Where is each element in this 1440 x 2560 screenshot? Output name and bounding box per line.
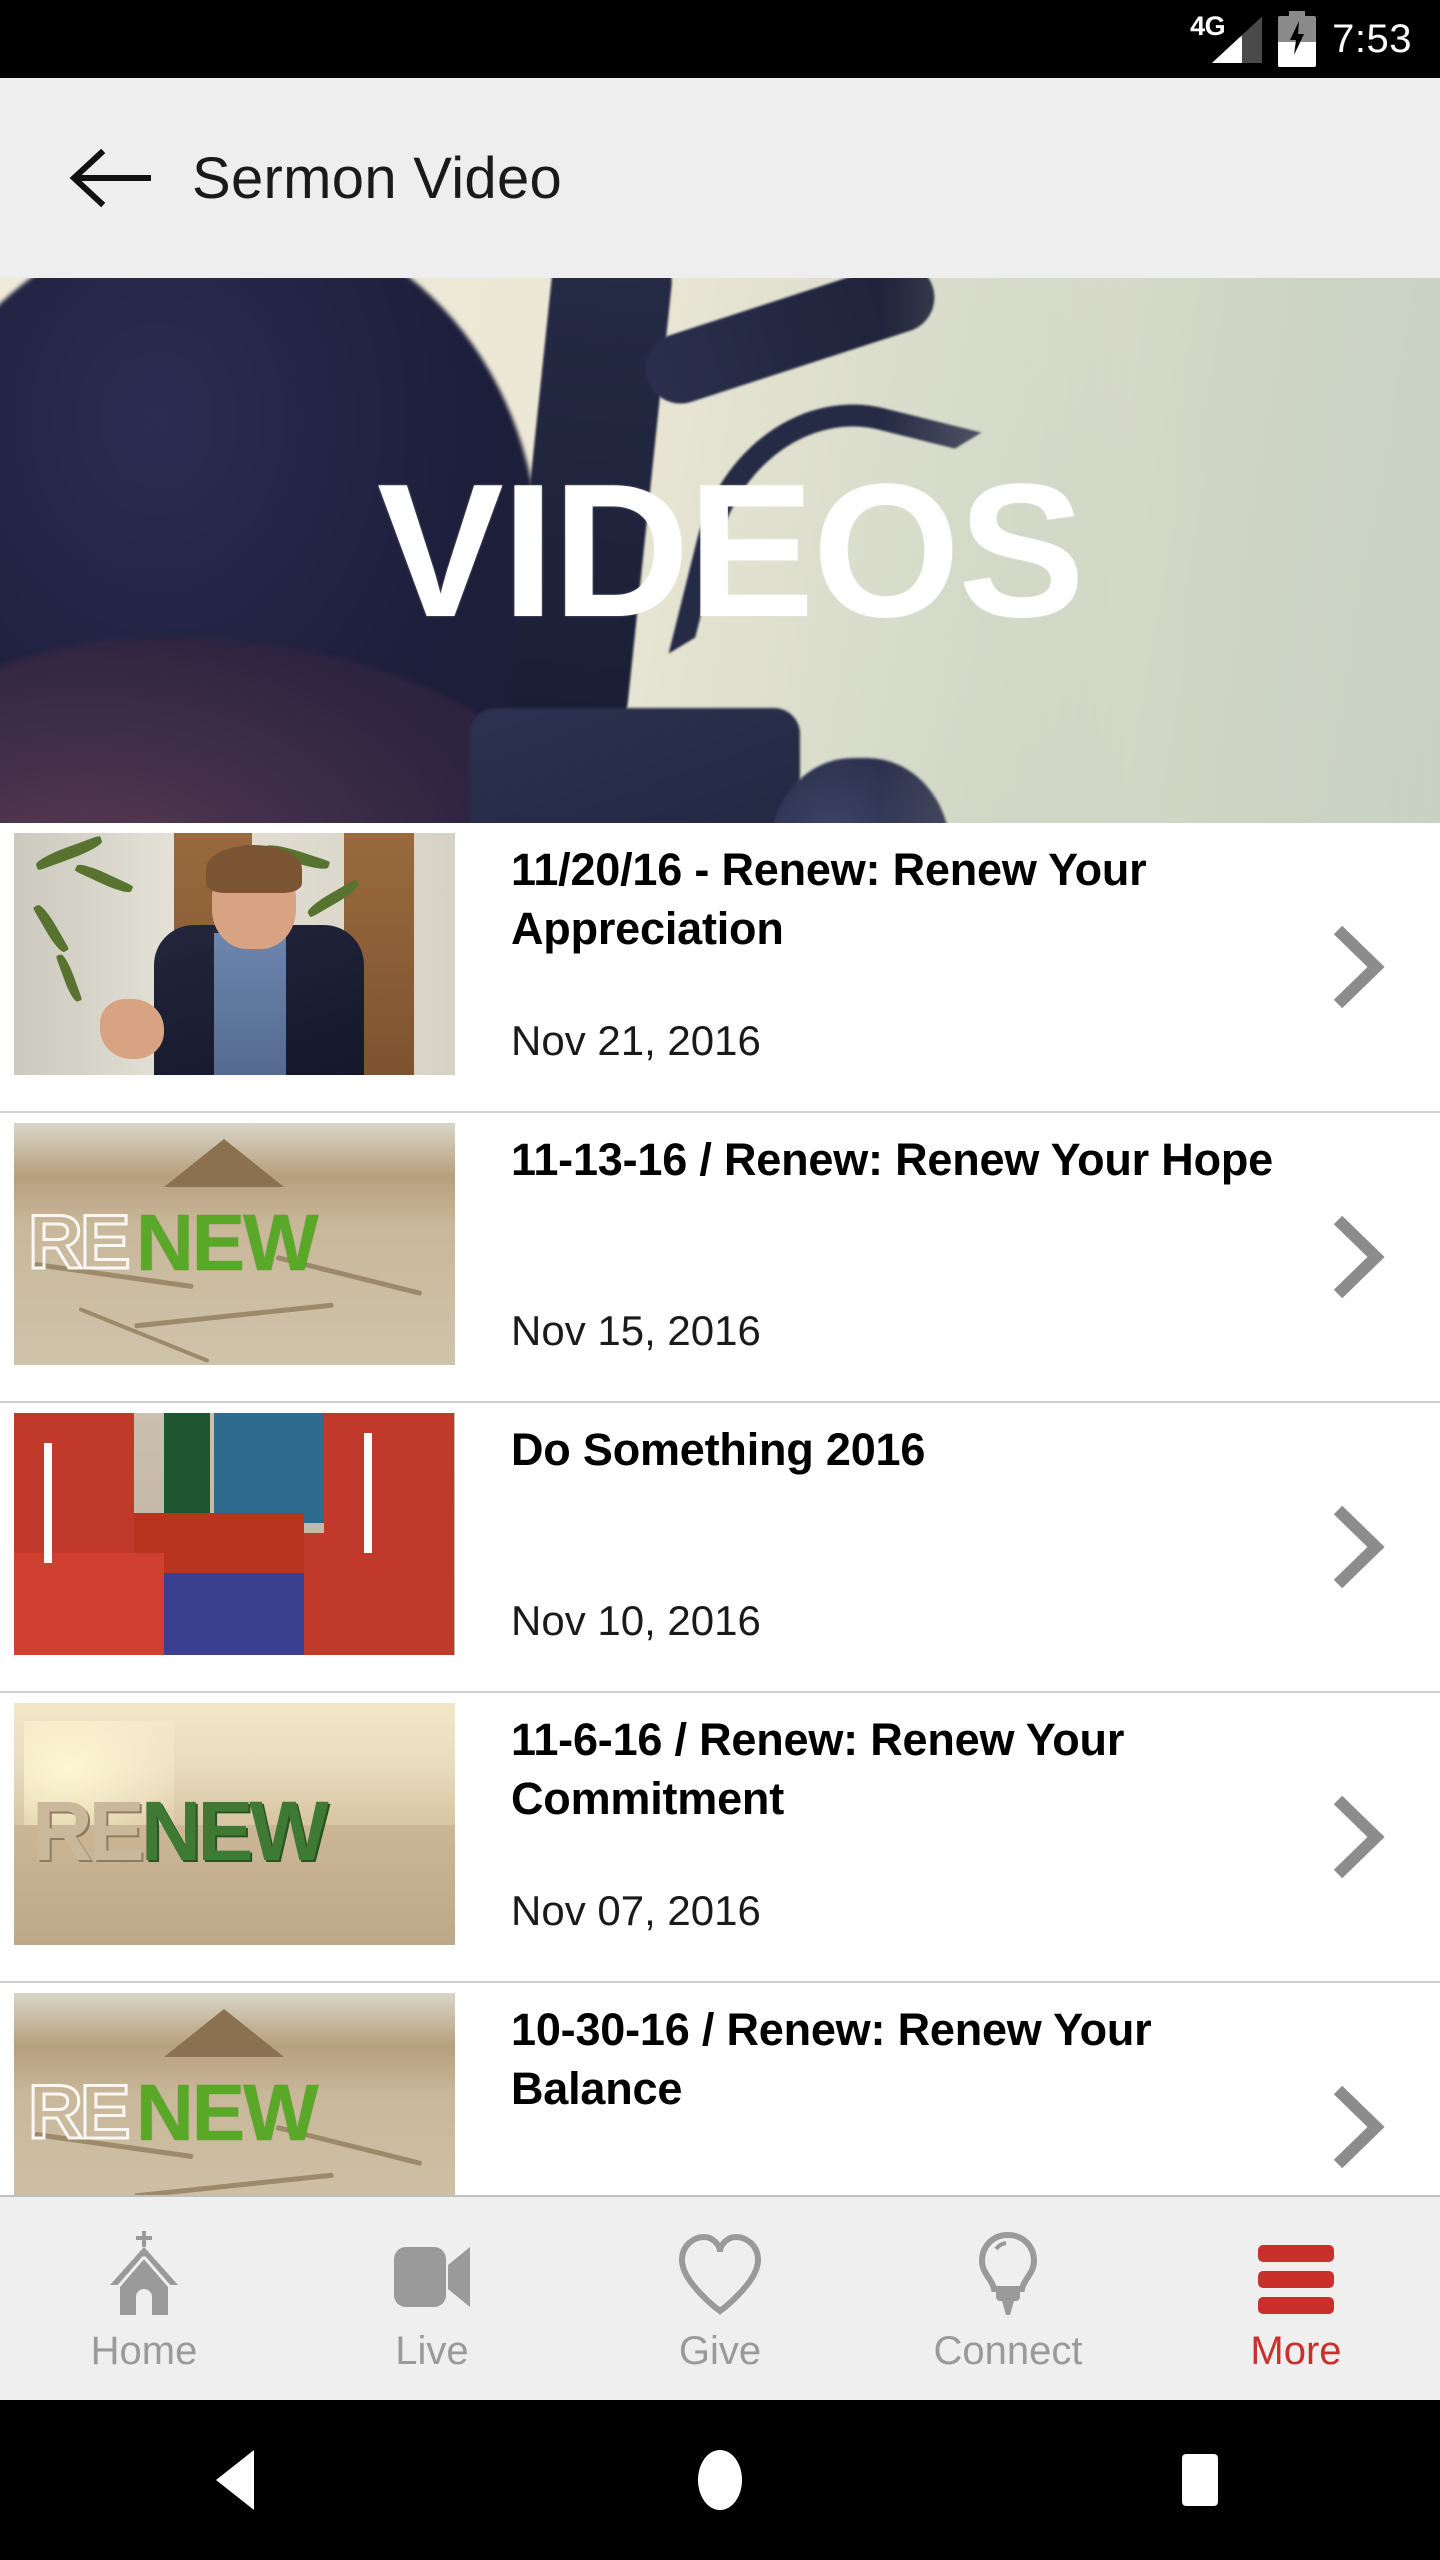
app-screen: 4G 7:53 Sermon Video VIDEOS 11/20/16 - R… <box>0 0 1440 2560</box>
list-item-date: Nov 10, 2016 <box>511 1597 761 1644</box>
lightbulb-icon <box>960 2223 1056 2319</box>
chevron-right-icon[interactable] <box>1328 1214 1386 1300</box>
back-button[interactable] <box>52 118 172 238</box>
list-item-text: 11-6-16 / Renew: Renew Your Commitment N… <box>455 1693 1440 1981</box>
heart-icon <box>672 2223 768 2319</box>
video-thumbnail: RE NEW <box>14 1123 455 1365</box>
thumb-text-new: NEW <box>136 1198 319 1287</box>
tab-label: Live <box>395 2329 469 2373</box>
church-icon <box>96 2223 192 2319</box>
status-bar-clock: 7:53 <box>1332 17 1412 61</box>
square-recents-icon <box>1182 2454 1218 2506</box>
list-item[interactable]: 11/20/16 - Renew: Renew Your Appreciatio… <box>0 823 1440 1113</box>
thumb-text-re: RE <box>32 1784 145 1878</box>
arrow-left-icon <box>69 148 151 208</box>
list-item-title: 11/20/16 - Renew: Renew Your Appreciatio… <box>511 844 1147 954</box>
status-bar: 4G 7:53 <box>0 0 1440 78</box>
app-bar: Sermon Video <box>0 78 1440 278</box>
video-thumbnail: RE NEW <box>14 1993 455 2195</box>
list-item[interactable]: RE NEW 10-30-16 / Renew: Renew Your Bala… <box>0 1983 1440 2195</box>
list-item[interactable]: Do Something 2016 Nov 10, 2016 <box>0 1403 1440 1693</box>
signal-triangle-icon <box>1212 17 1263 63</box>
circle-home-icon <box>698 2450 742 2510</box>
tab-more[interactable]: More <box>1152 2197 1440 2400</box>
signal-bars-icon: 4G <box>1190 13 1263 65</box>
thumb-text-new: NEW <box>140 1784 329 1878</box>
thumb-text-re: RE <box>27 1200 133 1285</box>
tab-give[interactable]: Give <box>576 2197 864 2400</box>
video-thumbnail <box>14 1413 455 1655</box>
tab-label: Home <box>90 2329 198 2373</box>
tab-label: Give <box>678 2329 762 2373</box>
video-list[interactable]: 11/20/16 - Renew: Renew Your Appreciatio… <box>0 823 1440 2195</box>
hamburger-menu-icon <box>1248 2223 1344 2319</box>
list-item-text: 10-30-16 / Renew: Renew Your Balance <box>455 1983 1440 2195</box>
thumb-text-re: RE <box>27 2070 133 2155</box>
list-item-text: Do Something 2016 Nov 10, 2016 <box>455 1403 1440 1691</box>
list-item-title: 11-6-16 / Renew: Renew Your Commitment <box>511 1714 1125 1824</box>
android-navigation-bar <box>0 2400 1440 2560</box>
list-item-title: Do Something 2016 <box>511 1424 926 1475</box>
list-item-date: Nov 15, 2016 <box>511 1307 761 1354</box>
hero-banner: VIDEOS <box>0 278 1440 823</box>
list-item-date: Nov 21, 2016 <box>511 1017 761 1064</box>
list-item-text: 11-13-16 / Renew: Renew Your Hope Nov 15… <box>455 1113 1440 1401</box>
list-item-date: Nov 07, 2016 <box>511 1887 761 1934</box>
battery-charging-icon <box>1278 11 1317 67</box>
list-item-text: 11/20/16 - Renew: Renew Your Appreciatio… <box>455 823 1440 1111</box>
video-thumbnail <box>14 833 455 1075</box>
tab-home[interactable]: Home <box>0 2197 288 2400</box>
chevron-right-icon[interactable] <box>1328 924 1386 1010</box>
android-home-button[interactable] <box>640 2400 800 2560</box>
video-thumbnail: RENEW <box>14 1703 455 1945</box>
page-title: Sermon Video <box>192 145 563 211</box>
chevron-right-icon[interactable] <box>1328 2084 1386 2170</box>
chevron-right-icon[interactable] <box>1328 1504 1386 1590</box>
chevron-right-icon[interactable] <box>1328 1794 1386 1880</box>
list-item[interactable]: RENEW 11-6-16 / Renew: Renew Your Commit… <box>0 1693 1440 1983</box>
tab-connect[interactable]: Connect <box>864 2197 1152 2400</box>
list-item-title: 10-30-16 / Renew: Renew Your Balance <box>511 2004 1152 2114</box>
list-item-title: 11-13-16 / Renew: Renew Your Hope <box>511 1134 1273 1185</box>
tab-live[interactable]: Live <box>288 2197 576 2400</box>
tab-label: Connect <box>933 2329 1083 2373</box>
triangle-back-icon <box>216 2450 254 2510</box>
hero-title: VIDEOS <box>377 444 1085 657</box>
video-camera-icon <box>384 2223 480 2319</box>
android-recents-button[interactable] <box>1120 2400 1280 2560</box>
android-back-button[interactable] <box>160 2400 320 2560</box>
bottom-tab-bar: Home Live Give Connect More <box>0 2195 1440 2400</box>
list-item[interactable]: RE NEW 11-13-16 / Renew: Renew Your Hope… <box>0 1113 1440 1403</box>
tab-label: More <box>1250 2329 1342 2373</box>
thumb-text-new: NEW <box>136 2068 319 2157</box>
